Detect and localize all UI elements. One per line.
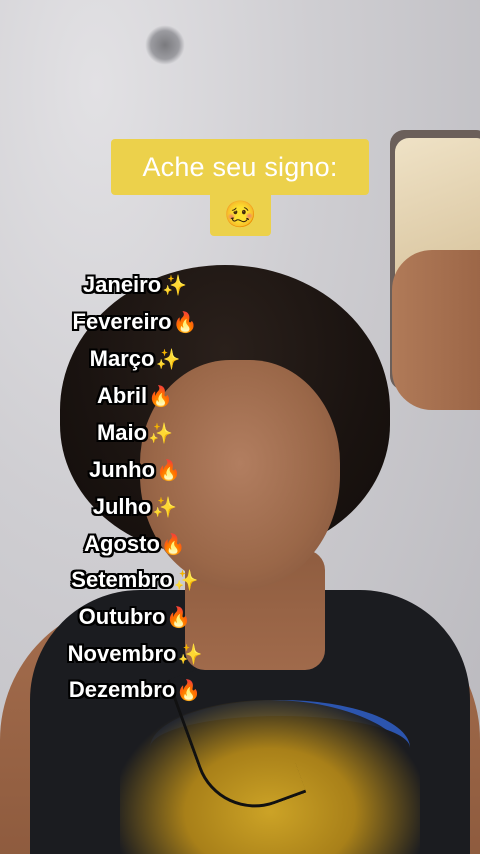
sparkles-icon: ✨ bbox=[177, 643, 203, 666]
fire-icon: 🔥 bbox=[156, 459, 181, 482]
month-label: Fevereiro bbox=[72, 309, 172, 334]
month-list: Janeiro ✨ Fevereiro 🔥 Março ✨ Abril 🔥 Maio ✨ … bbox=[0, 0, 480, 854]
month-item: Julho ✨ bbox=[93, 494, 178, 520]
month-item: Agosto 🔥 bbox=[84, 531, 186, 557]
month-item: Junho 🔥 bbox=[89, 457, 181, 483]
month-label: Janeiro bbox=[82, 272, 162, 297]
sparkles-icon: ✨ bbox=[152, 496, 178, 519]
month-item: Maio ✨ bbox=[97, 420, 173, 446]
month-label: Março bbox=[89, 346, 155, 371]
fire-icon: 🔥 bbox=[160, 533, 186, 556]
sparkles-icon: ✨ bbox=[148, 422, 174, 445]
month-label: Outubro bbox=[78, 604, 166, 629]
month-item: Outubro 🔥 bbox=[79, 604, 192, 630]
fire-icon: 🔥 bbox=[176, 679, 202, 702]
month-label: Abril bbox=[96, 383, 148, 408]
month-label: Novembro bbox=[67, 641, 177, 666]
month-item: Fevereiro 🔥 bbox=[73, 309, 198, 335]
month-item: Janeiro ✨ bbox=[83, 272, 187, 298]
month-item: Setembro ✨ bbox=[71, 567, 198, 593]
month-label: Agosto bbox=[84, 531, 160, 556]
month-item: Março ✨ bbox=[90, 346, 181, 372]
fire-icon: 🔥 bbox=[172, 311, 198, 334]
month-label: Dezembro bbox=[68, 677, 176, 702]
fire-icon: 🔥 bbox=[166, 606, 192, 629]
month-item: Dezembro 🔥 bbox=[69, 677, 201, 703]
month-label: Julho bbox=[92, 494, 152, 519]
sparkles-icon: ✨ bbox=[155, 348, 181, 371]
month-label: Junho bbox=[89, 457, 156, 482]
fire-icon: 🔥 bbox=[148, 385, 174, 408]
sparkles-icon: ✨ bbox=[162, 274, 188, 297]
month-item: Abril 🔥 bbox=[97, 383, 173, 409]
month-label: Maio bbox=[96, 420, 148, 445]
sparkles-icon: ✨ bbox=[173, 569, 199, 592]
month-item: Novembro ✨ bbox=[68, 641, 203, 667]
month-label: Setembro bbox=[71, 567, 173, 592]
